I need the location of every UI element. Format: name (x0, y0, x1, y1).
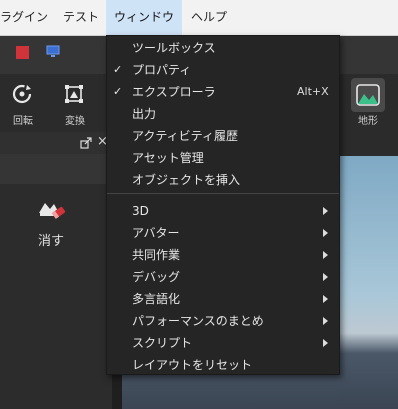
submenu-arrow-icon (323, 251, 328, 259)
erase-label: 消す (38, 234, 65, 249)
menu-item-label: アバター (132, 226, 180, 240)
submenu-arrow-icon (323, 339, 328, 347)
menu-item-label: 出力 (132, 107, 157, 121)
menu-item-label: 共同作業 (132, 248, 181, 262)
menu-item-toolbox[interactable]: ツールボックス (107, 37, 339, 59)
menu-item-label: アクティビティ履歴 (132, 129, 238, 143)
terrain-icon (356, 84, 380, 106)
check-icon: ✓ (113, 63, 123, 76)
menu-item-avatar[interactable]: アバター (107, 222, 339, 244)
submenu-arrow-icon (323, 317, 328, 325)
erase-icon[interactable] (37, 195, 67, 223)
undock-icon[interactable] (80, 137, 92, 149)
menu-item-reset-layout[interactable]: レイアウトをリセット (107, 354, 339, 376)
menu-item-label: ツールボックス (132, 41, 216, 55)
menu-item-3d[interactable]: 3D (107, 200, 339, 222)
menu-item-label: エクスプローラ (132, 85, 216, 99)
menu-help[interactable]: ヘルプ (191, 0, 227, 35)
window-menu: ツールボックス ✓ プロパティ ✓ エクスプローラ Alt+X 出力 アクティビ… (106, 35, 340, 375)
menu-item-asset-manager[interactable]: アセット管理 (107, 147, 339, 169)
menu-item-debug[interactable]: デバッグ (107, 266, 339, 288)
menu-item-label: パフォーマンスのまとめ (132, 314, 264, 328)
panel-toolbar (0, 154, 112, 184)
submenu-arrow-icon (323, 295, 328, 303)
menu-item-label: デバッグ (132, 270, 181, 284)
menu-item-label: スクリプト (132, 336, 193, 350)
menu-item-activity-history[interactable]: アクティビティ履歴 (107, 125, 339, 147)
transform-icon[interactable] (62, 82, 86, 106)
rotate-label: 回転 (13, 116, 33, 127)
submenu-arrow-icon (323, 207, 328, 215)
menu-window[interactable]: ウィンドウ (106, 0, 183, 35)
rotate-icon[interactable] (10, 82, 34, 106)
terrain-button[interactable] (351, 78, 385, 112)
menu-test[interactable]: テスト (63, 0, 99, 35)
menu-item-localization[interactable]: 多言語化 (107, 288, 339, 310)
menu-item-script[interactable]: スクリプト (107, 332, 339, 354)
menu-item-collaboration[interactable]: 共同作業 (107, 244, 339, 266)
menu-item-label: レイアウトをリセット (132, 358, 253, 372)
panel-header: × (0, 132, 112, 154)
monitor-icon[interactable] (46, 44, 60, 58)
menu-item-label: プロパティ (132, 63, 192, 77)
viewport-sky[interactable] (338, 156, 398, 409)
submenu-arrow-icon (323, 273, 328, 281)
menu-item-insert-object[interactable]: オブジェクトを挿入 (107, 169, 339, 191)
menu-item-output[interactable]: 出力 (107, 103, 339, 125)
transform-label: 変換 (65, 116, 85, 127)
menu-item-explorer[interactable]: ✓ エクスプローラ Alt+X (107, 81, 339, 103)
menu-plugins[interactable]: ラグイン (0, 0, 48, 35)
shortcut-label: Alt+X (297, 85, 329, 98)
menu-item-properties[interactable]: ✓ プロパティ (107, 59, 339, 81)
menu-item-label: 3D (132, 204, 149, 218)
terrain-label: 地形 (358, 116, 378, 127)
stop-icon[interactable] (16, 46, 29, 59)
menu-item-label: オブジェクトを挿入 (132, 173, 241, 187)
menu-bar: ラグイン テスト ウィンドウ ヘルプ (0, 0, 398, 36)
check-icon: ✓ (113, 85, 123, 98)
menu-item-label: 多言語化 (132, 292, 181, 306)
menu-item-label: アセット管理 (132, 151, 204, 165)
menu-separator (107, 193, 339, 194)
menu-item-performance-summary[interactable]: パフォーマンスのまとめ (107, 310, 339, 332)
submenu-arrow-icon (323, 229, 328, 237)
